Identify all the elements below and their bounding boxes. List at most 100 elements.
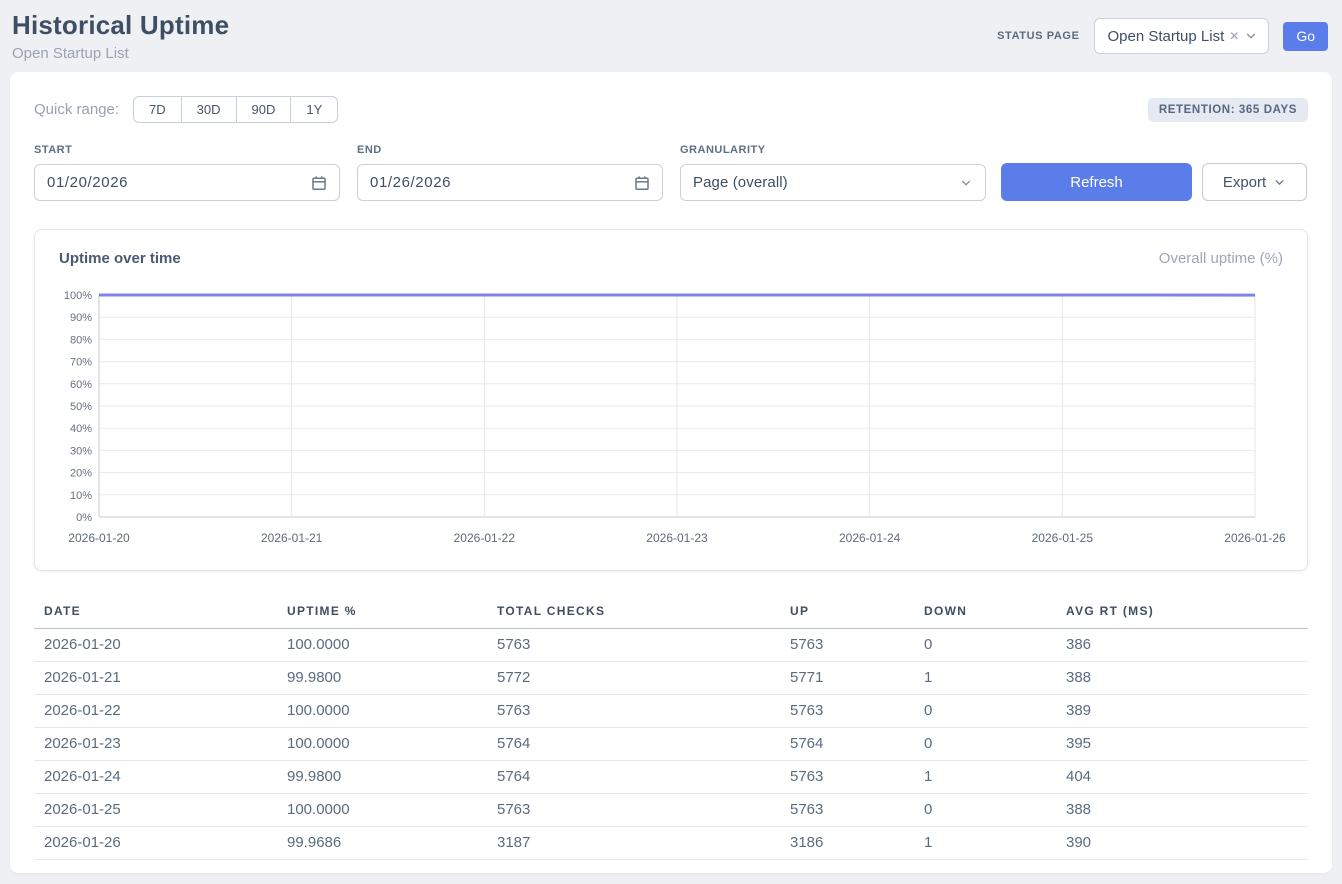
table-cell: 3186 — [780, 827, 914, 860]
granularity-selected-value: Page (overall) — [693, 174, 788, 191]
table-cell: 100.0000 — [277, 695, 487, 728]
granularity-select[interactable]: Page (overall) — [680, 164, 986, 201]
table-column-header: UP — [780, 595, 914, 629]
end-date-field: END 01/26/2026 — [357, 144, 663, 201]
table-cell: 390 — [1056, 827, 1308, 860]
chart-title: Uptime over time — [59, 250, 181, 267]
page-title: Historical Uptime — [12, 10, 229, 41]
table-column-header: UPTIME % — [277, 595, 487, 629]
calendar-icon[interactable] — [634, 175, 650, 191]
svg-text:2026-01-23: 2026-01-23 — [646, 531, 708, 545]
go-button[interactable]: Go — [1283, 22, 1328, 51]
status-page-selected-value: Open Startup List — [1108, 28, 1225, 45]
table-row: 2026-01-23100.0000576457640395 — [34, 728, 1308, 761]
svg-text:2026-01-24: 2026-01-24 — [839, 531, 901, 545]
table-cell: 5763 — [487, 695, 780, 728]
table-column-header: TOTAL CHECKS — [487, 595, 780, 629]
granularity-field: GRANULARITY Page (overall) — [680, 144, 986, 201]
table-cell: 0 — [914, 728, 1056, 761]
svg-text:60%: 60% — [70, 379, 92, 391]
table-row: 2026-01-2499.9800576457631404 — [34, 761, 1308, 794]
table-cell: 100.0000 — [277, 629, 487, 662]
start-date-input[interactable]: 01/20/2026 — [34, 164, 340, 201]
end-date-input[interactable]: 01/26/2026 — [357, 164, 663, 201]
svg-text:40%: 40% — [70, 423, 92, 435]
table-cell: 5764 — [780, 728, 914, 761]
table-column-header: DOWN — [914, 595, 1056, 629]
page-header: Historical Uptime Open Startup List STAT… — [0, 0, 1342, 72]
table-cell: 395 — [1056, 728, 1308, 761]
quick-range-30d-button[interactable]: 30D — [182, 96, 237, 123]
svg-text:30%: 30% — [70, 445, 92, 457]
quick-range-7d-button[interactable]: 7D — [133, 96, 182, 123]
clear-selection-icon[interactable]: ✕ — [1229, 30, 1239, 42]
table-cell: 100.0000 — [277, 794, 487, 827]
table-cell: 99.9800 — [277, 761, 487, 794]
table-body: 2026-01-20100.00005763576303862026-01-21… — [34, 629, 1308, 860]
table-cell: 2026-01-24 — [34, 761, 277, 794]
table-cell: 1 — [914, 662, 1056, 695]
table-cell: 388 — [1056, 662, 1308, 695]
svg-text:20%: 20% — [70, 468, 92, 480]
table-cell: 0 — [914, 695, 1056, 728]
table-cell: 386 — [1056, 629, 1308, 662]
title-block: Historical Uptime Open Startup List — [12, 10, 229, 62]
chart-legend: Overall uptime (%) — [1159, 250, 1283, 267]
table-cell: 2026-01-25 — [34, 794, 277, 827]
chevron-down-icon — [1244, 29, 1258, 43]
export-button-label: Export — [1223, 174, 1266, 191]
quick-range-1y-button[interactable]: 1Y — [291, 96, 338, 123]
table-cell: 5772 — [487, 662, 780, 695]
svg-text:10%: 10% — [70, 490, 92, 502]
table-row: 2026-01-2699.9686318731861390 — [34, 827, 1308, 860]
table-cell: 5763 — [487, 794, 780, 827]
table-cell: 5763 — [780, 761, 914, 794]
calendar-icon[interactable] — [311, 175, 327, 191]
export-button[interactable]: Export — [1202, 163, 1307, 201]
uptime-chart-svg: 0%10%20%30%40%50%60%70%80%90%100%2026-01… — [59, 279, 1285, 551]
granularity-label: GRANULARITY — [680, 144, 986, 156]
main-panel: Quick range: 7D30D90D1Y RETENTION: 365 D… — [10, 72, 1332, 873]
table-cell: 0 — [914, 794, 1056, 827]
table-cell: 1 — [914, 761, 1056, 794]
chevron-down-icon — [959, 176, 973, 190]
svg-text:2026-01-25: 2026-01-25 — [1032, 531, 1094, 545]
svg-text:2026-01-22: 2026-01-22 — [454, 531, 516, 545]
svg-text:100%: 100% — [64, 290, 92, 302]
table-header: DATEUPTIME %TOTAL CHECKSUPDOWNAVG RT (MS… — [34, 595, 1308, 629]
status-page-label: STATUS PAGE — [997, 30, 1079, 42]
status-page-group: STATUS PAGE Open Startup List ✕ Go — [997, 18, 1328, 54]
uptime-table: DATEUPTIME %TOTAL CHECKSUPDOWNAVG RT (MS… — [34, 595, 1308, 860]
svg-text:2026-01-26: 2026-01-26 — [1224, 531, 1285, 545]
status-page-select[interactable]: Open Startup List ✕ — [1094, 18, 1270, 54]
end-date-value: 01/26/2026 — [370, 174, 451, 191]
table-cell: 2026-01-26 — [34, 827, 277, 860]
table-row: 2026-01-2199.9800577257711388 — [34, 662, 1308, 695]
quick-range-group: 7D30D90D1Y — [133, 96, 338, 123]
table-cell: 2026-01-21 — [34, 662, 277, 695]
uptime-chart-card: Uptime over time Overall uptime (%) 0%10… — [34, 229, 1308, 571]
quick-range-row: Quick range: 7D30D90D1Y RETENTION: 365 D… — [34, 96, 1308, 123]
svg-text:90%: 90% — [70, 312, 92, 324]
end-date-label: END — [357, 144, 663, 156]
start-date-value: 01/20/2026 — [47, 174, 128, 191]
quick-range-90d-button[interactable]: 90D — [237, 96, 292, 123]
svg-text:2026-01-21: 2026-01-21 — [261, 531, 323, 545]
table-cell: 5763 — [780, 794, 914, 827]
start-date-field: START 01/20/2026 — [34, 144, 340, 201]
table-cell: 99.9800 — [277, 662, 487, 695]
table-column-header: AVG RT (MS) — [1056, 595, 1308, 629]
table-cell: 5763 — [780, 695, 914, 728]
table-column-header: DATE — [34, 595, 277, 629]
refresh-button[interactable]: Refresh — [1001, 163, 1192, 201]
table-cell: 100.0000 — [277, 728, 487, 761]
svg-text:70%: 70% — [70, 357, 92, 369]
quick-range-label: Quick range: — [34, 101, 119, 118]
svg-text:2026-01-20: 2026-01-20 — [68, 531, 130, 545]
start-date-label: START — [34, 144, 340, 156]
table-cell: 5763 — [780, 629, 914, 662]
table-cell: 5764 — [487, 761, 780, 794]
chart-header: Uptime over time Overall uptime (%) — [59, 250, 1283, 267]
table-cell: 0 — [914, 629, 1056, 662]
table-cell: 388 — [1056, 794, 1308, 827]
